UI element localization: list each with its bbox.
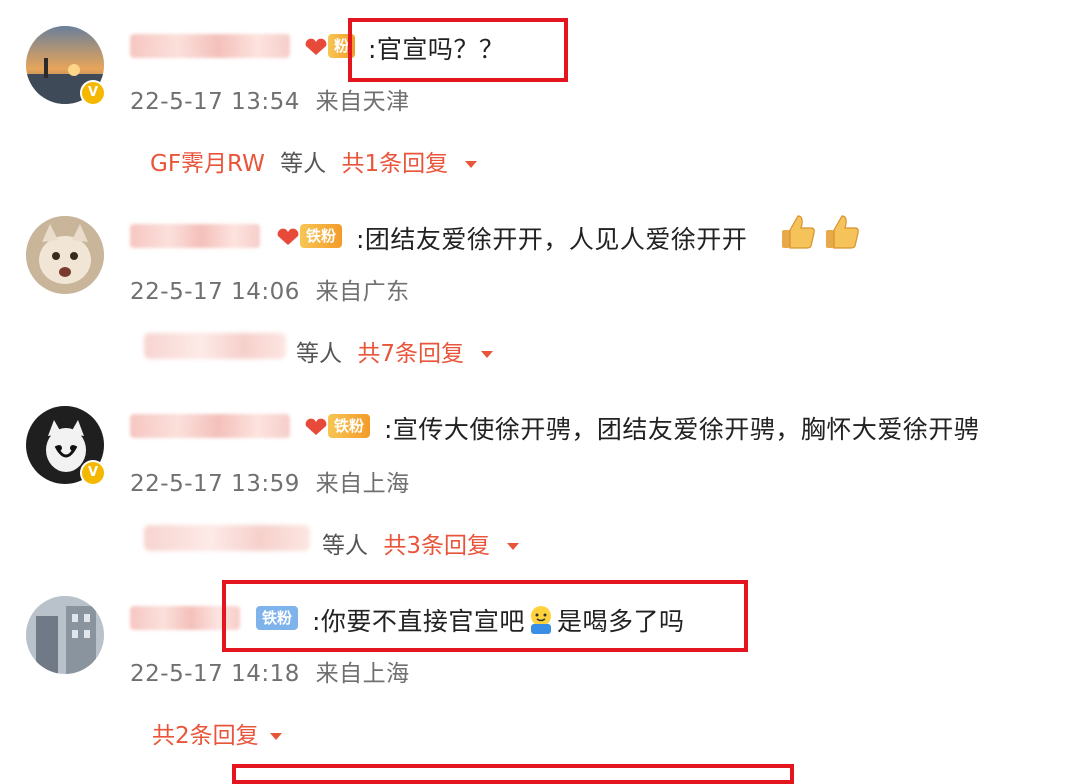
caret-down-icon[interactable] [481,351,494,358]
reply-users-suffix: 等人 [296,341,342,367]
comment-3: V 铁粉 :宣传大使徐开骋，团结友爱徐开骋，胸怀大爱徐开骋 22-5-17 13… [0,380,1072,570]
comment-text: :宣传大使徐开骋，团结友爱徐开骋，胸怀大爱徐开骋 [384,415,980,444]
reply-summary[interactable]: GF霁月RW 等人 共1条回复 [150,144,478,178]
reply-users[interactable]: GF霁月RW [150,151,265,177]
reply-count[interactable]: 共1条回复 [341,151,448,177]
comment-meta: 22-5-17 13:59 来自上海 [130,464,410,498]
comment-meta: 22-5-17 14:18 来自上海 [130,654,410,688]
reply-users-suffix: 等人 [322,533,368,559]
thumbs-up-icon [778,212,818,252]
fan-badge: 铁粉 [328,414,371,438]
username-redacted[interactable] [130,414,290,438]
comment-4: 铁粉 :你要不直接官宣吧 是喝多了吗 22-5-17 14:18 来自上海 共2条… [0,572,1072,762]
caret-down-icon[interactable] [269,733,282,740]
reply-summary[interactable]: 共2条回复 [152,716,282,750]
username-redacted[interactable] [130,34,290,58]
comment-meta: 22-5-17 14:06 来自广东 [130,272,410,306]
reply-users-redacted[interactable] [144,333,286,359]
avatar-image [26,216,104,294]
location: 来自广东 [315,279,410,305]
location: 来自上海 [315,661,410,687]
location: 来自天津 [315,89,410,115]
avatar[interactable] [26,216,104,294]
verified-badge-icon: V [80,80,106,106]
reply-users-redacted[interactable] [144,525,310,551]
comment-1: V 粉 :官宣吗？？ 22-5-17 13:54 来自天津 GF霁月RW 等人 … [0,0,1072,190]
avatar[interactable] [26,596,104,674]
highlight-box [348,18,568,82]
reply-summary[interactable]: 等人 共7条回复 [296,334,494,368]
reply-users-suffix: 等人 [280,151,327,177]
verified-badge-icon: V [80,460,106,486]
reply-count[interactable]: 共3条回复 [383,533,490,559]
avatar-image [26,596,104,674]
caret-down-icon[interactable] [465,161,478,168]
reply-count[interactable]: 共7条回复 [357,341,464,367]
heart-icon [305,38,327,55]
comment-2: 铁粉 :团结友爱徐开开，人见人爱徐开开 22-5-17 14:06 来自广东 等… [0,190,1072,380]
thumbs-up-icon [822,212,862,252]
highlight-box [222,580,748,652]
heart-icon [305,418,327,435]
heart-icon [277,228,299,245]
highlight-box-partial [232,764,794,784]
reply-count[interactable]: 共2条回复 [152,723,259,749]
timestamp: 22-5-17 13:59 [130,471,300,497]
reply-summary[interactable]: 等人 共3条回复 [322,526,520,560]
username-redacted[interactable] [130,224,260,248]
caret-down-icon[interactable] [507,543,520,550]
comment-text: :团结友爱徐开开，人见人爱徐开开 [356,225,748,254]
timestamp: 22-5-17 14:18 [130,661,300,687]
fan-badge: 铁粉 [300,224,343,248]
comment-meta: 22-5-17 13:54 来自天津 [130,82,410,116]
location: 来自上海 [315,471,410,497]
timestamp: 22-5-17 13:54 [130,89,300,115]
timestamp: 22-5-17 14:06 [130,279,300,305]
